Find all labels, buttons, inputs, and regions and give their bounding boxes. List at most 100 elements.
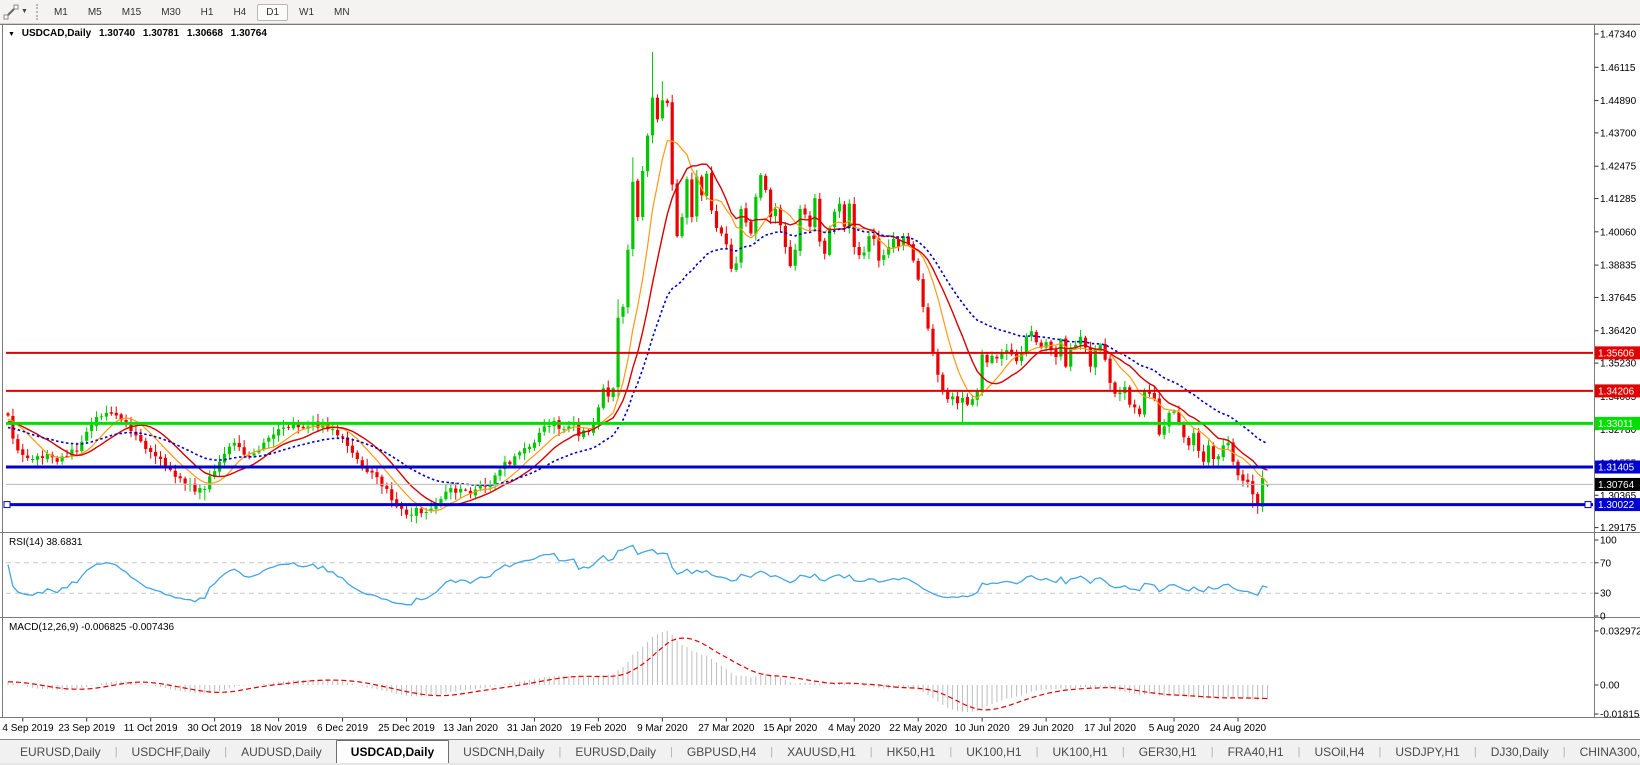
candle-body xyxy=(227,446,231,455)
candle-body xyxy=(951,396,955,400)
candle-body xyxy=(1019,353,1024,362)
tab-audusd-daily[interactable]: AUDUSD,Daily xyxy=(227,741,336,763)
price-tick-label: 1.43700 xyxy=(1600,128,1637,139)
candle-body xyxy=(990,355,994,363)
candle-body xyxy=(606,387,610,397)
tab-xauusd-h1[interactable]: XAUUSD,H1 xyxy=(773,741,870,763)
candle-body xyxy=(823,240,827,254)
candle-body xyxy=(1113,382,1117,394)
candle-body xyxy=(1000,353,1004,359)
candle-body xyxy=(449,488,453,493)
candle-body xyxy=(444,491,448,500)
candle-body xyxy=(360,460,364,467)
candle-body xyxy=(55,458,59,462)
candle-body xyxy=(955,396,960,404)
macd-scale-0.032972: 0.032972 xyxy=(1600,626,1640,637)
date-axis[interactable]: 4 Sep 2019 23 Sep 2019 11 Oct 2019 30 Oct 2… xyxy=(2,718,1267,734)
candle-body xyxy=(26,455,30,458)
tab-gbpusd-h4[interactable]: GBPUSD,H4 xyxy=(673,741,770,763)
candle-body xyxy=(1226,442,1230,446)
candle-body xyxy=(862,252,866,256)
candle-body xyxy=(1118,392,1122,395)
hline-handle-right[interactable] xyxy=(1584,501,1592,509)
candle-body xyxy=(1147,391,1152,394)
candle-body xyxy=(1192,433,1196,446)
candle-body xyxy=(916,260,920,280)
tab-usdcnh-daily[interactable]: USDCNH,Daily xyxy=(449,741,558,763)
price-tick-label: 1.37645 xyxy=(1600,293,1637,304)
candle-body xyxy=(867,236,871,252)
date-label: 9 Mar 2020 xyxy=(637,723,688,734)
candle-body xyxy=(252,453,256,456)
candle-body xyxy=(158,456,163,459)
date-label: 10 Jun 2020 xyxy=(955,723,1010,734)
candle-body xyxy=(921,279,925,307)
candle-body xyxy=(882,255,886,260)
candle-body xyxy=(90,424,94,431)
ohlc-high: 1.30781 xyxy=(142,28,180,39)
macd-scale-0.00: 0.00 xyxy=(1600,681,1620,692)
tab-hk50-h1[interactable]: HK50,H1 xyxy=(873,741,950,763)
candle-body xyxy=(695,176,699,217)
tab-dj30-daily[interactable]: DJ30,Daily xyxy=(1477,741,1563,763)
tab-china300-h1[interactable]: CHINA300,H1 xyxy=(1566,741,1640,763)
candle-body xyxy=(655,97,660,120)
candle-body xyxy=(242,447,246,455)
date-label: 22 May 2020 xyxy=(889,723,947,734)
candle-body xyxy=(754,196,758,234)
candle-body xyxy=(178,476,182,479)
candle-body xyxy=(40,456,45,459)
tab-uk100-h1[interactable]: UK100,H1 xyxy=(1038,741,1121,763)
candle-body xyxy=(764,175,768,190)
tab-fra40-h1[interactable]: FRA40,H1 xyxy=(1214,741,1298,763)
tab-eurusd-daily[interactable]: EURUSD,Daily xyxy=(561,741,670,763)
price-tick-label: 1.42475 xyxy=(1600,162,1637,173)
price-axis[interactable]: 1.47340 1.46115 1.44890 1.43700 1.42475 1.412… xyxy=(1594,30,1637,535)
candle-body xyxy=(331,429,335,431)
hline-handle-left[interactable] xyxy=(3,501,11,509)
candle-body xyxy=(85,431,89,441)
candle-body xyxy=(744,208,748,223)
candle-body xyxy=(857,246,861,256)
rsi-scale-30: 30 xyxy=(1600,589,1612,600)
tab-uk100-h1[interactable]: UK100,H1 xyxy=(952,741,1035,763)
macd-panel: 0.032972 0.00 -0.018154 xyxy=(7,626,1640,721)
date-label: 24 Aug 2020 xyxy=(1210,723,1267,734)
candle-body xyxy=(173,470,177,477)
candle-body xyxy=(409,514,414,516)
candle-body xyxy=(705,173,709,196)
candle-body xyxy=(729,244,733,269)
candle-body xyxy=(99,416,104,418)
candle-body xyxy=(498,469,502,476)
candle-body xyxy=(513,456,517,466)
tab-usdcad-daily[interactable]: USDCAD,Daily xyxy=(335,739,450,764)
candle-body xyxy=(936,352,940,375)
candle-body xyxy=(946,391,950,400)
candle-body xyxy=(203,488,207,490)
candle-body xyxy=(232,442,236,446)
macd-scale--0.018154: -0.018154 xyxy=(1600,710,1640,721)
chart-menu-caret-icon[interactable]: ▼ xyxy=(8,31,15,38)
candle-body xyxy=(650,97,655,136)
candles xyxy=(6,51,1270,524)
candle-body xyxy=(980,354,984,393)
candle-body xyxy=(636,180,640,218)
candle-body xyxy=(985,354,989,363)
candle-body xyxy=(21,449,25,455)
date-label: 15 Apr 2020 xyxy=(763,723,817,734)
panel-borders xyxy=(0,24,1640,718)
date-label: 5 Aug 2020 xyxy=(1149,723,1200,734)
candle-body xyxy=(680,217,684,237)
date-label: 4 May 2020 xyxy=(828,723,881,734)
tab-usdjpy-h1[interactable]: USDJPY,H1 xyxy=(1381,741,1473,763)
price-tick-label: 1.47340 xyxy=(1600,30,1637,41)
tab-eurusd-daily[interactable]: EURUSD,Daily xyxy=(6,741,115,763)
chart-canvas[interactable]: 100 70 30 0 0.032972 0.00 -0.018154 1.47340 1.46… xyxy=(0,0,1640,765)
tab-usdchf-daily[interactable]: USDCHF,Daily xyxy=(118,741,225,763)
candle-body xyxy=(847,203,851,228)
candle-body xyxy=(783,226,787,248)
candle-body xyxy=(198,488,202,493)
tab-usoil-h4[interactable]: USOil,H4 xyxy=(1300,741,1378,763)
candle-body xyxy=(385,485,389,489)
tab-ger30-h1[interactable]: GER30,H1 xyxy=(1125,741,1211,763)
